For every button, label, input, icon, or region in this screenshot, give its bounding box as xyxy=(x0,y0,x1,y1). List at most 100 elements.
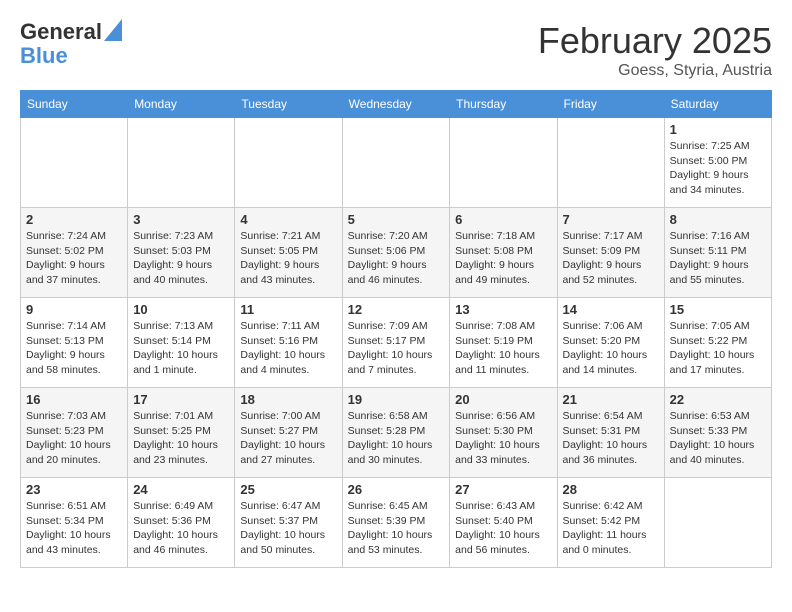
calendar-cell: 10Sunrise: 7:13 AM Sunset: 5:14 PM Dayli… xyxy=(128,298,235,388)
calendar-cell: 7 Sunrise: 7:17 AM Sunset: 5:09 PM Daylig… xyxy=(557,208,664,298)
calendar-cell: 18 Sunrise: 7:00 AM Sunset: 5:27 PM Dayli… xyxy=(235,388,342,478)
page-header: General Blue February 2025 Goess, Styria… xyxy=(20,20,772,80)
day-number: 7 xyxy=(563,212,659,227)
day-number: 24 xyxy=(133,482,229,497)
calendar-cell: 20 Sunrise: 6:56 AM Sunset: 5:30 PM Dayli… xyxy=(450,388,557,478)
column-header-saturday: Saturday xyxy=(664,91,771,118)
day-number: 15 xyxy=(670,302,766,317)
title-block: February 2025 Goess, Styria, Austria xyxy=(538,20,772,80)
day-info: Sunrise: 6:56 AM Sunset: 5:30 PM Dayligh… xyxy=(455,409,551,468)
day-info: Sunrise: 7:14 AM Sunset: 5:13 PM Dayligh… xyxy=(26,319,122,378)
column-header-monday: Monday xyxy=(128,91,235,118)
calendar-cell: 21 Sunrise: 6:54 AM Sunset: 5:31 PM Dayli… xyxy=(557,388,664,478)
day-number: 22 xyxy=(670,392,766,407)
calendar-cell: 28 Sunrise: 6:42 AM Sunset: 5:42 PM Dayli… xyxy=(557,478,664,568)
day-number: 3 xyxy=(133,212,229,227)
day-number: 28 xyxy=(563,482,659,497)
day-info: Sunrise: 6:47 AM Sunset: 5:37 PM Dayligh… xyxy=(240,499,336,558)
calendar-cell: 22 Sunrise: 6:53 AM Sunset: 5:33 PM Dayli… xyxy=(664,388,771,478)
day-number: 16 xyxy=(26,392,122,407)
day-number: 14 xyxy=(563,302,659,317)
day-info: Sunrise: 7:05 AM Sunset: 5:22 PM Dayligh… xyxy=(670,319,766,378)
day-info: Sunrise: 7:24 AM Sunset: 5:02 PM Dayligh… xyxy=(26,229,122,288)
day-number: 9 xyxy=(26,302,122,317)
calendar-cell: 1Sunrise: 7:25 AM Sunset: 5:00 PM Daylig… xyxy=(664,118,771,208)
column-header-tuesday: Tuesday xyxy=(235,91,342,118)
day-info: Sunrise: 6:53 AM Sunset: 5:33 PM Dayligh… xyxy=(670,409,766,468)
day-number: 25 xyxy=(240,482,336,497)
day-info: Sunrise: 7:17 AM Sunset: 5:09 PM Dayligh… xyxy=(563,229,659,288)
day-info: Sunrise: 6:43 AM Sunset: 5:40 PM Dayligh… xyxy=(455,499,551,558)
day-info: Sunrise: 7:21 AM Sunset: 5:05 PM Dayligh… xyxy=(240,229,336,288)
day-info: Sunrise: 7:13 AM Sunset: 5:14 PM Dayligh… xyxy=(133,319,229,378)
calendar-table: SundayMondayTuesdayWednesdayThursdayFrid… xyxy=(20,90,772,568)
day-number: 11 xyxy=(240,302,336,317)
location: Goess, Styria, Austria xyxy=(538,62,772,80)
calendar-week-1: 1Sunrise: 7:25 AM Sunset: 5:00 PM Daylig… xyxy=(21,118,772,208)
calendar-cell: 4 Sunrise: 7:21 AM Sunset: 5:05 PM Daylig… xyxy=(235,208,342,298)
day-info: Sunrise: 7:16 AM Sunset: 5:11 PM Dayligh… xyxy=(670,229,766,288)
day-number: 8 xyxy=(670,212,766,227)
calendar-cell: 19 Sunrise: 6:58 AM Sunset: 5:28 PM Dayli… xyxy=(342,388,450,478)
day-info: Sunrise: 6:42 AM Sunset: 5:42 PM Dayligh… xyxy=(563,499,659,558)
calendar-cell: 14 Sunrise: 7:06 AM Sunset: 5:20 PM Dayli… xyxy=(557,298,664,388)
calendar-cell xyxy=(664,478,771,568)
day-number: 13 xyxy=(455,302,551,317)
day-info: Sunrise: 7:06 AM Sunset: 5:20 PM Dayligh… xyxy=(563,319,659,378)
month-title: February 2025 xyxy=(538,20,772,62)
calendar-cell: 16 Sunrise: 7:03 AM Sunset: 5:23 PM Dayli… xyxy=(21,388,128,478)
calendar-week-2: 2 Sunrise: 7:24 AM Sunset: 5:02 PM Daylig… xyxy=(21,208,772,298)
column-header-thursday: Thursday xyxy=(450,91,557,118)
day-number: 18 xyxy=(240,392,336,407)
column-header-friday: Friday xyxy=(557,91,664,118)
calendar-header-row: SundayMondayTuesdayWednesdayThursdayFrid… xyxy=(21,91,772,118)
calendar-cell: 6Sunrise: 7:18 AM Sunset: 5:08 PM Daylig… xyxy=(450,208,557,298)
day-number: 23 xyxy=(26,482,122,497)
day-number: 17 xyxy=(133,392,229,407)
day-info: Sunrise: 7:11 AM Sunset: 5:16 PM Dayligh… xyxy=(240,319,336,378)
day-number: 2 xyxy=(26,212,122,227)
calendar-week-5: 23 Sunrise: 6:51 AM Sunset: 5:34 PM Dayli… xyxy=(21,478,772,568)
day-number: 20 xyxy=(455,392,551,407)
calendar-cell: 17 Sunrise: 7:01 AM Sunset: 5:25 PM Dayli… xyxy=(128,388,235,478)
calendar-cell: 12Sunrise: 7:09 AM Sunset: 5:17 PM Dayli… xyxy=(342,298,450,388)
calendar-cell: 13Sunrise: 7:08 AM Sunset: 5:19 PM Dayli… xyxy=(450,298,557,388)
calendar-cell: 2 Sunrise: 7:24 AM Sunset: 5:02 PM Daylig… xyxy=(21,208,128,298)
column-header-sunday: Sunday xyxy=(21,91,128,118)
day-info: Sunrise: 7:01 AM Sunset: 5:25 PM Dayligh… xyxy=(133,409,229,468)
calendar-cell xyxy=(342,118,450,208)
calendar-cell: 8 Sunrise: 7:16 AM Sunset: 5:11 PM Daylig… xyxy=(664,208,771,298)
day-info: Sunrise: 7:18 AM Sunset: 5:08 PM Dayligh… xyxy=(455,229,551,288)
calendar-cell xyxy=(450,118,557,208)
calendar-cell xyxy=(21,118,128,208)
day-number: 19 xyxy=(348,392,445,407)
day-number: 27 xyxy=(455,482,551,497)
column-header-wednesday: Wednesday xyxy=(342,91,450,118)
calendar-cell xyxy=(557,118,664,208)
day-number: 5 xyxy=(348,212,445,227)
day-info: Sunrise: 7:00 AM Sunset: 5:27 PM Dayligh… xyxy=(240,409,336,468)
day-info: Sunrise: 6:58 AM Sunset: 5:28 PM Dayligh… xyxy=(348,409,445,468)
day-info: Sunrise: 6:49 AM Sunset: 5:36 PM Dayligh… xyxy=(133,499,229,558)
day-number: 4 xyxy=(240,212,336,227)
calendar-cell: 27 Sunrise: 6:43 AM Sunset: 5:40 PM Dayli… xyxy=(450,478,557,568)
calendar-cell: 9 Sunrise: 7:14 AM Sunset: 5:13 PM Daylig… xyxy=(21,298,128,388)
calendar-cell: 26Sunrise: 6:45 AM Sunset: 5:39 PM Dayli… xyxy=(342,478,450,568)
day-info: Sunrise: 6:51 AM Sunset: 5:34 PM Dayligh… xyxy=(26,499,122,558)
calendar-cell: 25 Sunrise: 6:47 AM Sunset: 5:37 PM Dayli… xyxy=(235,478,342,568)
calendar-cell: 11 Sunrise: 7:11 AM Sunset: 5:16 PM Dayli… xyxy=(235,298,342,388)
calendar-week-4: 16 Sunrise: 7:03 AM Sunset: 5:23 PM Dayli… xyxy=(21,388,772,478)
day-info: Sunrise: 7:03 AM Sunset: 5:23 PM Dayligh… xyxy=(26,409,122,468)
logo-icon xyxy=(104,19,122,41)
logo-blue-text: Blue xyxy=(20,43,68,68)
calendar-cell: 15 Sunrise: 7:05 AM Sunset: 5:22 PM Dayli… xyxy=(664,298,771,388)
day-info: Sunrise: 7:23 AM Sunset: 5:03 PM Dayligh… xyxy=(133,229,229,288)
day-info: Sunrise: 7:20 AM Sunset: 5:06 PM Dayligh… xyxy=(348,229,445,288)
calendar-week-3: 9 Sunrise: 7:14 AM Sunset: 5:13 PM Daylig… xyxy=(21,298,772,388)
calendar-cell xyxy=(128,118,235,208)
day-number: 1 xyxy=(670,122,766,137)
day-number: 21 xyxy=(563,392,659,407)
calendar-cell: 23 Sunrise: 6:51 AM Sunset: 5:34 PM Dayli… xyxy=(21,478,128,568)
calendar-cell xyxy=(235,118,342,208)
day-info: Sunrise: 6:54 AM Sunset: 5:31 PM Dayligh… xyxy=(563,409,659,468)
